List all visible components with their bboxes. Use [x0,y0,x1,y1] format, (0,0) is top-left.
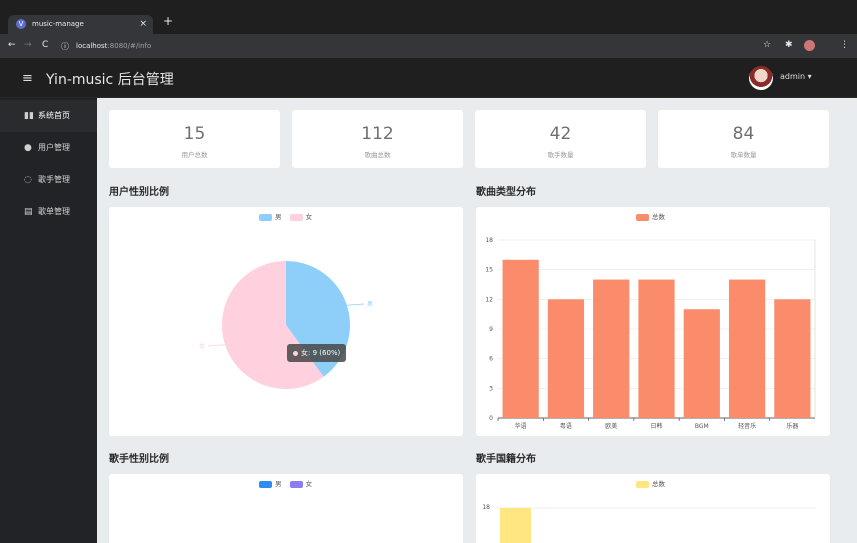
more-menu-icon[interactable]: ⋮ [840,40,849,50]
section-title-song-type: 歌曲类型分布 [476,187,536,198]
pie-chart: 男女 [199,261,373,389]
user-gender-chart: 男 女 男女 女: 9 (60%) [109,207,463,436]
legend-item[interactable]: 女 [289,478,313,488]
stat-label: 用户总数 [181,151,208,159]
stat-value: 15 [183,124,206,144]
pie-label: 男 [367,301,373,308]
legend-item[interactable]: 男 [259,478,282,488]
x-tick-label: BGM [695,423,709,430]
bar-chart: 0 3 6 9 12 15 18 华语 粤语 欧美 日韩 BGM 轻音乐 乐器 [485,237,816,430]
stat-value: 42 [549,124,572,144]
x-tick-label: 粤语 [560,422,572,430]
sidebar-item-label: 歌手管理 [38,175,70,184]
stat-value: 112 [361,124,394,144]
bar[interactable] [547,299,585,418]
stat-card-singers: 42 歌手数量 [475,110,646,168]
y-tick-label: 9 [489,326,493,333]
bar[interactable] [502,259,539,418]
x-tick-label: 轻音乐 [738,422,756,430]
singer-nation-chart: 总数 18 [476,474,830,543]
extension-icon[interactable]: ✱ [785,40,793,50]
y-tick-label: 12 [485,296,493,303]
forward-icon[interactable]: → [24,40,32,50]
y-tick-label: 18 [485,237,493,244]
app-header: ≡ Yin-music 后台管理 admin ▾ [0,58,857,98]
address-bar: ← → C ⓘ localhost:8080/#/info ☆ ✱ ⋮ [0,34,857,58]
stat-label: 歌单数量 [730,151,757,159]
user-dropdown[interactable]: admin ▾ [780,72,812,81]
legend-swatch [289,480,303,488]
pie-label: 女 [199,342,205,350]
menu-toggle-icon[interactable]: ≡ [22,71,33,86]
stat-label: 歌曲总数 [364,151,391,159]
y-tick-label: 6 [489,356,493,363]
app-title: Yin-music 后台管理 [46,72,174,88]
chart-tooltip: 女: 9 (60%) [287,344,347,362]
y-tick-label: 15 [485,267,493,274]
new-tab-icon[interactable]: + [163,14,173,28]
tooltip-dot [293,350,298,356]
stat-card-songs: 112 歌曲总数 [292,110,463,168]
url-field[interactable]: localhost:8080/#/info [76,39,746,53]
y-tick-label: 3 [489,385,493,392]
browser-tab[interactable]: V music-manage × [8,15,153,34]
reload-icon[interactable]: C [42,40,48,50]
bar[interactable] [638,279,675,418]
profile-icon[interactable] [804,40,815,51]
star-icon[interactable]: ☆ [763,40,771,50]
sidebar-item-label: 歌单管理 [38,207,70,216]
bar[interactable] [728,279,766,418]
bar[interactable] [500,508,531,543]
sidebar-item-label: 用户管理 [38,143,70,152]
bar-chart-partial: 18 [482,504,816,543]
sidebar-item-singers[interactable]: ◌ 歌手管理 [0,164,97,196]
x-tick-label: 华语 [515,422,527,430]
bar[interactable] [683,309,720,418]
stat-card-playlists: 84 歌单数量 [658,110,829,168]
stat-value: 84 [732,124,755,144]
chart-legend: 男 女 [259,478,318,488]
document-icon: ▤ [24,207,33,217]
legend-label: 女 [305,480,313,488]
pie-label-line [207,344,226,347]
sidebar: ▮▮ 系统首页 ● 用户管理 ◌ 歌手管理 ▤ 歌单管理 [0,98,97,543]
sidebar-item-home[interactable]: ▮▮ 系统首页 [0,100,97,132]
avatar[interactable] [749,66,773,90]
bar-chart-icon: ▮▮ [24,111,34,121]
bar[interactable] [774,299,811,418]
x-tick-label: 乐器 [786,423,798,430]
bar[interactable] [593,279,630,418]
section-title-user-gender: 用户性别比例 [109,187,169,198]
user-icon: ● [24,143,32,153]
legend-swatch [259,480,272,488]
info-icon: ⓘ [61,42,69,51]
y-tick-label: 0 [489,415,493,422]
vue-favicon-icon: V [16,19,26,29]
legend-label: 男 [275,480,282,488]
song-type-chart: 总数 0 3 6 9 12 15 18 华语 粤语 欧美 日韩 BGM 轻音乐 乐器 [476,207,830,436]
tab-title: music-manage [32,20,84,28]
url-host: localhost [76,42,108,50]
sidebar-item-users[interactable]: ● 用户管理 [0,132,97,164]
main-content: 15 用户总数 112 歌曲总数 42 歌手数量 84 歌单数量 用户性别比例 … [97,98,857,543]
back-icon[interactable]: ← [8,40,16,50]
sidebar-item-label: 系统首页 [38,111,70,120]
x-tick-label: 日韩 [650,422,662,430]
stat-card-users: 15 用户总数 [109,110,280,168]
singer-gender-chart: 男 女 [109,474,463,543]
sidebar-item-playlists[interactable]: ▤ 歌单管理 [0,196,97,228]
y-tick-label: 18 [482,504,490,511]
headset-icon: ◌ [24,175,32,185]
stat-label: 歌手数量 [547,151,574,159]
x-tick-label: 欧美 [605,422,617,430]
browser-tab-bar: V music-manage × + [0,0,857,34]
url-path: :8080/#/info [107,42,152,50]
tab-close-icon[interactable]: × [139,15,147,34]
tooltip-text: 女: 9 (60%) [301,349,341,357]
pie-label-line [346,303,365,306]
section-title-singer-gender: 歌手性别比例 [109,454,169,465]
section-title-singer-nation: 歌手国籍分布 [476,454,536,465]
